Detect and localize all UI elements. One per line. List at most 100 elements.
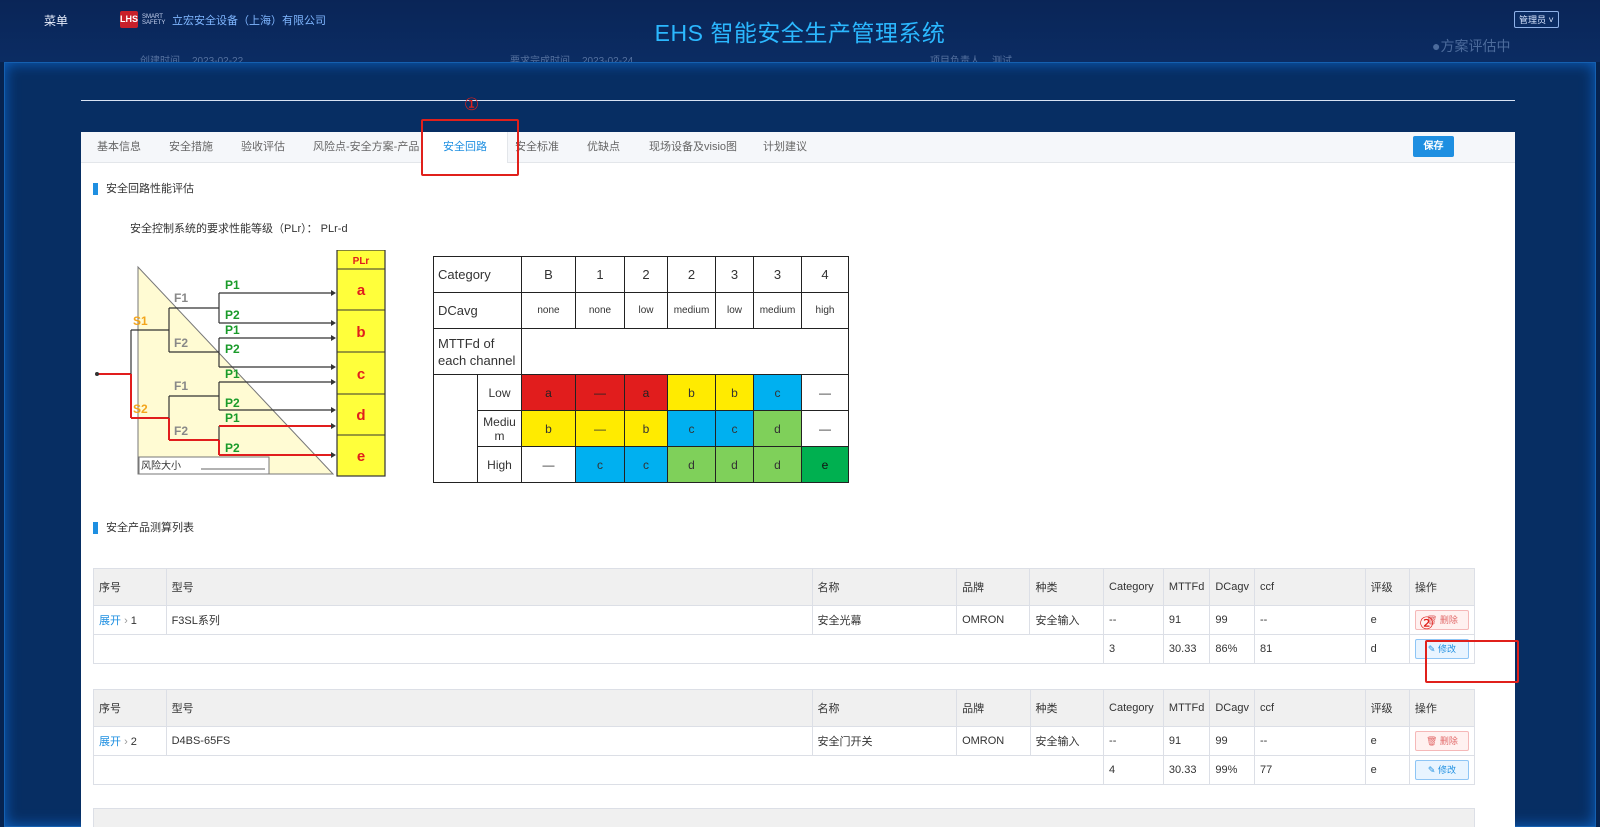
grade-cell: e <box>1364 726 1410 756</box>
callout-box-1 <box>421 119 519 176</box>
tab-pros-cons[interactable]: 优缺点 <box>587 132 620 163</box>
col-header: 评级 <box>1364 689 1410 727</box>
tab-safety-standard[interactable]: 安全标准 <box>515 132 559 163</box>
blank-cell <box>92 755 1105 785</box>
category-cell: 3 <box>753 256 802 293</box>
s2-label: S2 <box>133 402 148 416</box>
dcavg-cell: medium <box>667 292 716 329</box>
expand-link[interactable]: 展开 <box>99 615 121 627</box>
mttfd-cell: 91 <box>1162 605 1211 635</box>
trash-icon: 🗑︎ <box>1425 736 1438 746</box>
calc-dcagv-cell: 86% <box>1209 634 1255 664</box>
ccf-cell: -- <box>1253 605 1366 635</box>
section-title-products: 安全产品测算列表 <box>93 522 194 534</box>
col-header: Category <box>1103 689 1164 727</box>
dcavg-cell: low <box>715 292 754 329</box>
grade-cell: e <box>1364 605 1410 635</box>
category-cell: 3 <box>715 256 754 293</box>
col-header: DCagv <box>1209 568 1255 606</box>
matrix-cell: c <box>667 410 716 447</box>
mttfd-cell: 91 <box>1162 726 1211 756</box>
row-no: 2 <box>130 736 137 748</box>
name-cell: 安全光幕 <box>811 605 958 635</box>
col-header: MTTFd <box>1162 568 1211 606</box>
mttfd-label: MTTFd of each channel <box>433 328 522 375</box>
plr-text: 安全控制系统的要求性能等级（PLr）： PLr-d <box>130 223 348 235</box>
calc-category-cell: 3 <box>1103 634 1164 664</box>
row-index-cell: 展开 › 2 <box>93 726 167 756</box>
status-badge: ●方案评估中 <box>1432 38 1511 54</box>
delete-label: 删除 <box>1439 736 1458 746</box>
p1-label-a: P1 <box>225 278 240 292</box>
table-row-calc: 4 30.33 99% 77 e ✎ 修改 <box>92 755 1476 785</box>
calc-grade-cell: e <box>1364 755 1410 785</box>
risk-size-label: 风险大小 <box>141 459 181 472</box>
plr-level-d: d <box>356 407 365 424</box>
dcavg-cell: medium <box>753 292 802 329</box>
row-no: 1 <box>130 615 137 627</box>
tab-field-equipment[interactable]: 现场设备及visio图 <box>649 132 737 163</box>
dcavg-cell: none <box>575 292 625 329</box>
dcagv-cell: 99 <box>1209 605 1255 635</box>
callout-box-2 <box>1425 640 1519 683</box>
user-dropdown[interactable]: 管理员 ˅ <box>1514 11 1559 28</box>
category-cell: 2 <box>667 256 716 293</box>
matrix-cell: — <box>575 374 625 411</box>
edit-button[interactable]: ✎ 修改 <box>1414 760 1469 780</box>
matrix-cell: e <box>801 446 849 483</box>
callout-number-2: ② <box>1419 614 1435 633</box>
tab-safety-measures[interactable]: 安全措施 <box>169 132 213 163</box>
matrix-cell: b <box>521 410 576 447</box>
p2-label-b: P2 <box>225 342 240 356</box>
matrix-cell: b <box>624 410 668 447</box>
kind-cell: 安全输入 <box>1029 726 1105 756</box>
calc-dcagv-cell: 99% <box>1209 755 1255 785</box>
matrix-cell: — <box>521 446 576 483</box>
matrix-cell: d <box>753 446 802 483</box>
blank-cell <box>92 634 1105 664</box>
col-header: ccf <box>1253 689 1366 727</box>
expand-link[interactable]: 展开 <box>99 736 121 748</box>
plr-level-b: b <box>356 324 365 341</box>
p2-label-c: P2 <box>225 396 240 410</box>
col-header: 名称 <box>811 689 958 727</box>
matrix-cell: d <box>715 446 754 483</box>
matrix-cell: a <box>521 374 576 411</box>
s1-label: S1 <box>133 314 148 328</box>
col-header: 序号 <box>93 568 167 606</box>
callout-number-1: ① <box>464 95 480 114</box>
col-header: 序号 <box>93 689 167 727</box>
dcavg-label: DCavg <box>433 292 522 329</box>
delete-button[interactable]: 🗑︎ 删除 <box>1414 731 1469 751</box>
plr-level-a: a <box>357 282 366 299</box>
matrix-cell: b <box>667 374 716 411</box>
f1-label-a: F1 <box>174 291 188 305</box>
brand-cell: OMRON <box>956 726 1031 756</box>
category-cell: 2 <box>624 256 668 293</box>
matrix-cell: d <box>753 410 802 447</box>
mttfd-blank <box>521 328 849 375</box>
model-cell: D4BS-65FS <box>165 726 813 756</box>
calc-mttfd-cell: 30.33 <box>1162 634 1211 664</box>
tab-acceptance[interactable]: 验收评估 <box>241 132 285 163</box>
p1-label-d: P1 <box>225 411 240 425</box>
action-cell: 🗑︎ 删除 <box>1408 726 1476 756</box>
col-header: 操作 <box>1408 689 1476 727</box>
p2-label-a: P2 <box>225 308 240 322</box>
dcavg-cell: high <box>801 292 849 329</box>
tab-risk-points[interactable]: 风险点-安全方案-产品 <box>313 132 419 163</box>
col-header: 型号 <box>165 568 813 606</box>
matrix-cell: c <box>624 446 668 483</box>
plr-level-e: e <box>357 448 365 465</box>
save-button[interactable]: 保存 <box>1413 136 1454 157</box>
next-table-header <box>93 808 1475 827</box>
row-spacer <box>433 374 478 483</box>
tab-basic-info[interactable]: 基本信息 <box>97 132 141 163</box>
category-cell: 4 <box>801 256 849 293</box>
tab-plan[interactable]: 计划建议 <box>763 132 807 163</box>
col-header: ccf <box>1253 568 1366 606</box>
col-header: 型号 <box>165 689 813 727</box>
divider <box>81 100 1515 101</box>
matrix-cell: d <box>667 446 716 483</box>
plr-header: PLr <box>353 256 370 267</box>
